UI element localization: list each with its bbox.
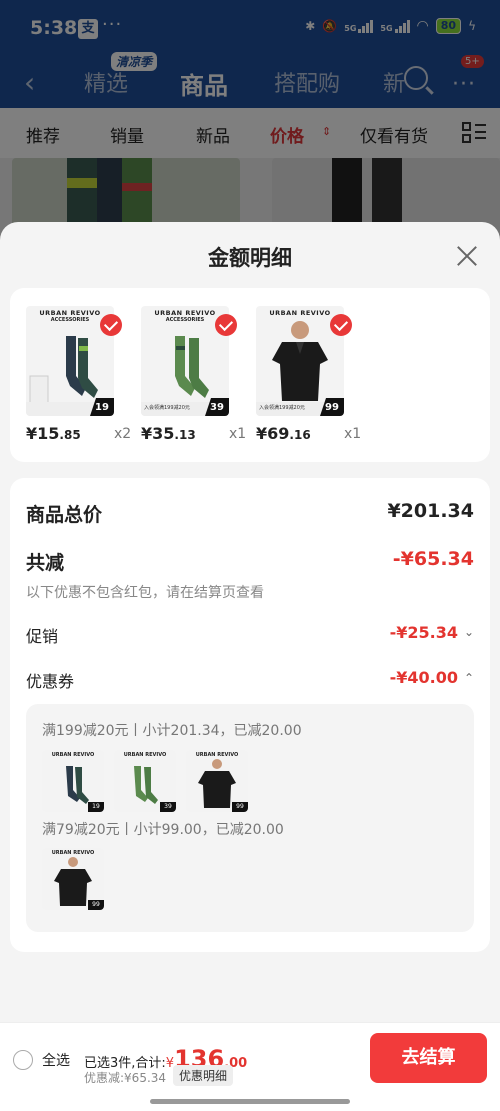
discount-amount: 优惠减:¥65.34 bbox=[84, 1071, 167, 1085]
close-icon[interactable] bbox=[456, 244, 478, 266]
reduce-label: 共减 bbox=[26, 552, 65, 574]
promo-value: -¥25.34 bbox=[389, 623, 458, 642]
product-price: ¥69.16 bbox=[256, 424, 311, 443]
chevron-down-icon[interactable]: ⌄ bbox=[464, 625, 474, 639]
product-quantity: x2 bbox=[114, 426, 132, 442]
home-indicator[interactable] bbox=[150, 1099, 350, 1104]
selected-product[interactable]: URBAN REVIVO ACCESSORIES 19 ¥15.85 x2 bbox=[26, 306, 146, 443]
product-quantity: x1 bbox=[229, 426, 247, 442]
coupon-item-thumbnail: URBAN REVIVO 39 bbox=[114, 750, 176, 812]
checkout-button[interactable]: 去结算 bbox=[370, 1033, 487, 1083]
coupon-row[interactable]: 优惠券 -¥40.00 ⌃ bbox=[26, 668, 474, 692]
checkmark-icon[interactable] bbox=[215, 314, 237, 336]
product-quantity: x1 bbox=[344, 426, 362, 442]
price-breakdown-card: 商品总价 ¥201.34 共减 -¥65.34 以下优惠不包含红包，请在结算页查… bbox=[10, 478, 490, 952]
discount-detail-button[interactable]: 优惠明细 bbox=[173, 1065, 234, 1086]
total-row: 商品总价 ¥201.34 bbox=[26, 500, 474, 530]
promo-label: 促销 bbox=[26, 627, 59, 646]
coupon-detail-box: 满199减20元丨小计201.34，已减20.00 URBAN REVIVO 1… bbox=[26, 704, 474, 932]
coupon-item-thumbnail: URBAN REVIVO 99 bbox=[186, 750, 248, 812]
checkout-bar: 全选 已选3件,合计:¥136.00 优惠减:¥65.34 优惠明细 去结算 bbox=[0, 1022, 500, 1111]
note-row: 以下优惠不包含红包，请在结算页查看 bbox=[26, 582, 474, 602]
coupon-rule: 满79减20元丨小计99.00，已减20.00 bbox=[42, 822, 284, 838]
select-all-label[interactable]: 全选 bbox=[42, 1050, 70, 1070]
coupon-item-thumbnail: URBAN REVIVO 99 bbox=[42, 848, 104, 910]
reduce-value: -¥65.34 bbox=[392, 548, 474, 570]
chevron-up-icon[interactable]: ⌃ bbox=[464, 671, 474, 685]
sheet-title: 金额明细 bbox=[208, 246, 292, 270]
checkmark-icon[interactable] bbox=[330, 314, 352, 336]
total-value: ¥201.34 bbox=[387, 500, 474, 522]
reduce-row: 共减 -¥65.34 bbox=[26, 548, 474, 578]
product-list-card: URBAN REVIVO ACCESSORIES 19 ¥15.85 x2 UR… bbox=[10, 288, 490, 462]
discount-note: 以下优惠不包含红包，请在结算页查看 bbox=[26, 585, 264, 601]
selected-product[interactable]: URBAN REVIVO 入会领满199减20元 99 ¥69.16 x1 bbox=[256, 306, 376, 443]
price-detail-sheet: 金额明细 URBAN REVIVO ACCESSORIES 19 ¥15.85 … bbox=[0, 222, 500, 1111]
select-all-radio[interactable] bbox=[13, 1050, 33, 1070]
coupon-item-thumbnail: URBAN REVIVO 19 bbox=[42, 750, 104, 812]
checkmark-icon[interactable] bbox=[100, 314, 122, 336]
promo-row[interactable]: 促销 -¥25.34 ⌄ bbox=[26, 623, 474, 647]
selected-product[interactable]: URBAN REVIVO ACCESSORIES 入会领满199减20元 39 … bbox=[141, 306, 261, 443]
product-price: ¥35.13 bbox=[141, 424, 196, 443]
coupon-label: 优惠券 bbox=[26, 672, 75, 691]
product-price: ¥15.85 bbox=[26, 424, 81, 443]
total-label: 商品总价 bbox=[26, 504, 103, 526]
coupon-value: -¥40.00 bbox=[389, 668, 458, 687]
coupon-rule: 满199减20元丨小计201.34，已减20.00 bbox=[42, 723, 302, 739]
